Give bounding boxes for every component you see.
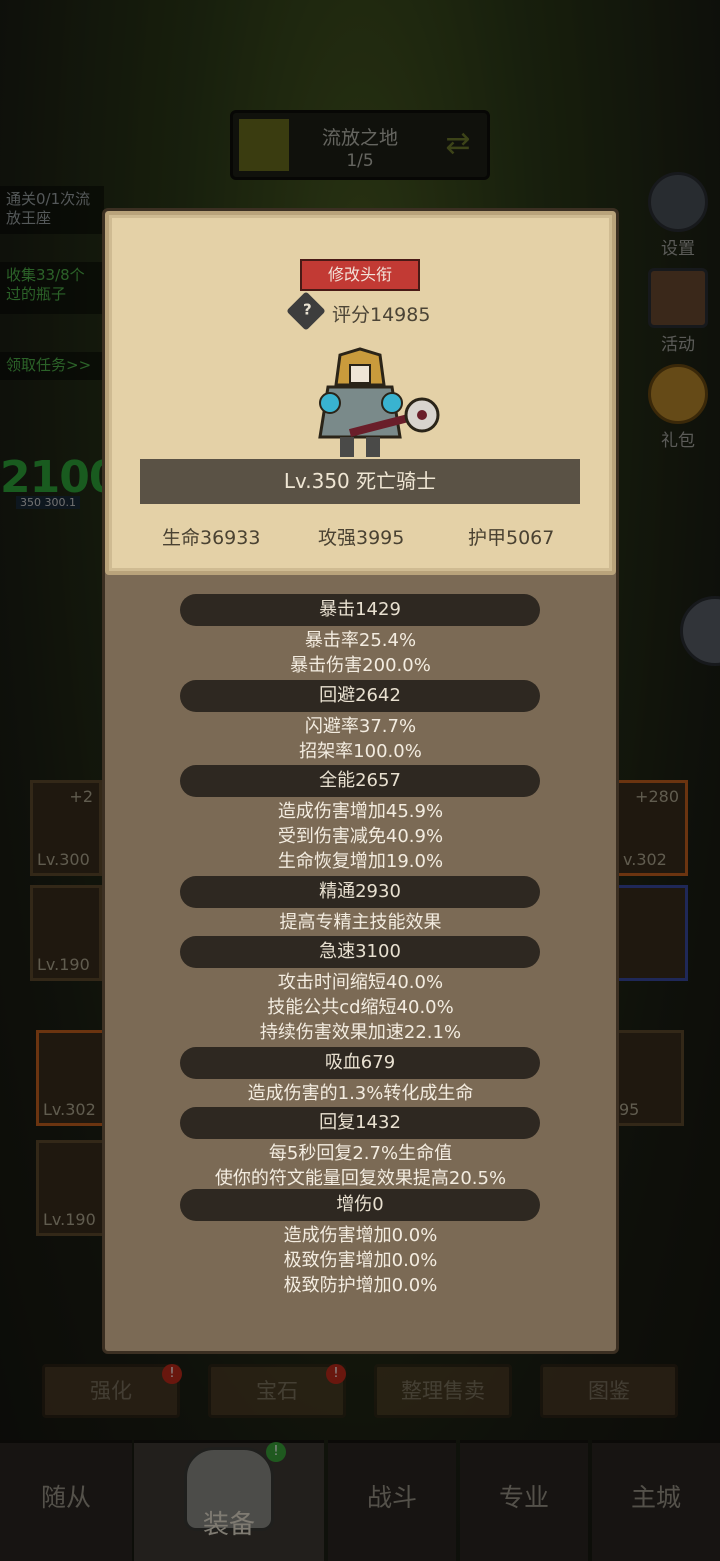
stat-line: 造成伤害增加45.9% xyxy=(277,801,444,822)
stat-header-regen: 回复1432 xyxy=(180,1107,540,1139)
stat-line: 造成伤害增加0.0% xyxy=(283,1225,438,1246)
stat-line: 攻击时间缩短40.0% xyxy=(277,972,444,993)
stat-line: 持续伤害效果加速22.1% xyxy=(259,1022,462,1043)
stat-line: 暴击率25.4% xyxy=(304,630,417,651)
stat-line: 暴击伤害200.0% xyxy=(290,655,431,676)
armor-stat: 护甲5067 xyxy=(468,527,555,549)
stat-line: 受到伤害减免40.9% xyxy=(277,826,444,847)
attack-stat: 攻强3995 xyxy=(318,527,405,549)
stat-header-mastery: 精通2930 xyxy=(180,876,540,908)
stat-line: 技能公共cd缩短40.0% xyxy=(267,997,454,1018)
stat-header-crit: 暴击1429 xyxy=(180,594,540,626)
stat-line: 造成伤害的1.3%转化成生命 xyxy=(247,1083,474,1104)
stat-line: 招架率100.0% xyxy=(299,741,422,762)
hero-name-bar: Lv.350 死亡骑士 xyxy=(140,459,580,504)
stat-header-haste: 急速3100 xyxy=(180,936,540,968)
life-stat: 生命36933 xyxy=(162,527,261,549)
stat-line: 极致伤害增加0.0% xyxy=(283,1250,438,1271)
stat-header-lifesteal: 吸血679 xyxy=(180,1047,540,1079)
stat-line: 每5秒回复2.7%生命值 xyxy=(268,1143,453,1164)
stat-line: 闪避率37.7% xyxy=(304,716,417,737)
stat-line: 使你的符文能量回复效果提高20.5% xyxy=(214,1168,507,1189)
stat-header-versatility: 全能2657 xyxy=(180,765,540,797)
score-value: 评分14985 xyxy=(332,304,431,326)
stat-line: 提高专精主技能效果 xyxy=(279,912,442,933)
death-knight-avatar xyxy=(318,347,440,457)
stat-line: 极致防护增加0.0% xyxy=(283,1275,438,1296)
change-title-button[interactable]: 修改头衔 xyxy=(300,259,420,291)
stat-header-damage-bonus: 增伤0 xyxy=(180,1189,540,1221)
stat-line: 生命恢复增加19.0% xyxy=(277,851,444,872)
stat-header-dodge: 回避2642 xyxy=(180,680,540,712)
